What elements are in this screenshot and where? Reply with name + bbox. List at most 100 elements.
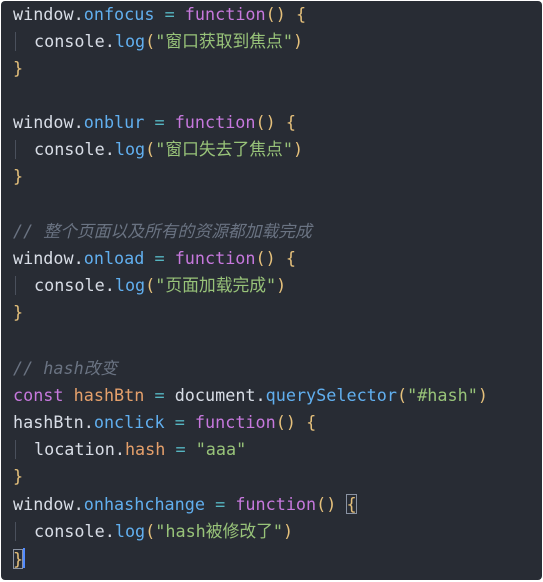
code-line: }	[13, 546, 26, 573]
token-string: "#hash"	[407, 385, 478, 405]
token-eq: =	[154, 385, 165, 405]
token-open-brace: {	[295, 4, 307, 24]
token-hashbtn: hashBtn	[13, 412, 84, 432]
token-dot: .	[104, 31, 115, 51]
token-close-brace-matched: }	[13, 549, 24, 569]
text-caret	[23, 548, 26, 568]
token-string: "窗口失去了焦点"	[155, 139, 293, 159]
token-function: function	[174, 112, 256, 132]
code-line: window.onblur = function() {	[13, 109, 296, 136]
code-line: const hashBtn = document.querySelector("…	[13, 382, 488, 409]
code-line: console.log("页面加载完成")	[13, 272, 286, 299]
code-line: console.log("hash被修改了")	[13, 518, 293, 545]
token-log: log	[114, 139, 146, 159]
token-close-paren: )	[477, 385, 488, 405]
token-dot: .	[73, 112, 84, 132]
token-parens: ()	[316, 494, 337, 514]
token-eq: =	[164, 4, 175, 24]
token-hash: hash	[124, 439, 166, 459]
code-line: location.hash = "aaa"	[13, 436, 246, 463]
token-window: window	[13, 112, 74, 132]
code-line: }	[13, 163, 23, 190]
token-log: log	[114, 275, 146, 295]
token-dot: .	[73, 494, 84, 514]
token-onload: onload	[83, 248, 145, 268]
token-dot: .	[83, 412, 94, 432]
token-close-paren: )	[283, 521, 294, 541]
indent-guide	[15, 275, 26, 295]
code-line: console.log("窗口失去了焦点")	[13, 136, 303, 163]
token-open-paren: (	[145, 139, 156, 159]
token-open-brace-matched: {	[346, 494, 357, 514]
token-close-brace: }	[13, 58, 24, 78]
indent-guide	[15, 31, 26, 51]
token-parens: ()	[275, 412, 296, 432]
token-window: window	[13, 4, 74, 24]
token-string: "页面加载完成"	[155, 275, 277, 295]
token-dot: .	[104, 139, 115, 159]
token-window: window	[13, 248, 74, 268]
indent-guide	[15, 521, 26, 541]
token-dot: .	[104, 275, 115, 295]
token-console: console	[34, 31, 105, 51]
token-onfocus: onfocus	[83, 4, 155, 24]
token-const: const	[13, 385, 64, 405]
token-close-paren: )	[292, 139, 304, 159]
token-eq: =	[154, 248, 165, 268]
token-eq: =	[215, 494, 226, 514]
code-line: }	[13, 463, 23, 490]
token-onblur: onblur	[83, 112, 145, 132]
token-open-brace: {	[285, 112, 296, 132]
token-dot: .	[73, 4, 84, 24]
token-parens: ()	[255, 112, 276, 132]
token-dot: .	[73, 248, 84, 268]
code-line: // 整个页面以及所有的资源都加载完成	[13, 218, 312, 245]
token-eq: =	[175, 439, 186, 459]
code-line: window.onfocus = function() {	[13, 1, 306, 28]
code-line: }	[13, 299, 23, 326]
code-line: window.onload = function() {	[13, 245, 296, 272]
token-function: function	[184, 4, 266, 24]
token-onhashchange: onhashchange	[83, 494, 205, 514]
token-close-paren: )	[292, 31, 304, 51]
token-dot: .	[104, 521, 115, 541]
token-log: log	[114, 521, 146, 541]
code-line: hashBtn.onclick = function() {	[13, 409, 316, 436]
token-close-brace: }	[13, 166, 24, 186]
indent-guide	[15, 439, 26, 459]
token-parens: ()	[255, 248, 276, 268]
token-close-brace: }	[13, 302, 24, 322]
token-document: document	[174, 385, 256, 405]
code-editor[interactable]: window.onfocus = function() { console.lo…	[1, 1, 542, 580]
code-comment: // hash改变	[13, 358, 118, 378]
token-dot: .	[255, 385, 266, 405]
token-onclick: onclick	[93, 412, 165, 432]
code-line: window.onhashchange = function() {	[13, 491, 357, 518]
token-function: function	[194, 412, 276, 432]
token-log: log	[114, 31, 146, 51]
token-string: "窗口获取到焦点"	[155, 31, 293, 51]
token-function: function	[174, 248, 256, 268]
code-line: // hash改变	[13, 355, 117, 382]
token-eq: =	[174, 412, 185, 432]
token-string: "aaa"	[195, 439, 247, 459]
token-location: location	[34, 439, 115, 459]
token-console: console	[34, 139, 105, 159]
token-close-brace: }	[13, 466, 24, 486]
token-open-paren: (	[145, 521, 156, 541]
indent-guide	[15, 139, 26, 159]
token-function: function	[235, 494, 317, 514]
token-console: console	[34, 521, 105, 541]
token-window: window	[13, 494, 74, 514]
token-open-brace: {	[285, 248, 296, 268]
token-open-paren: (	[145, 31, 156, 51]
code-line: console.log("窗口获取到焦点")	[13, 28, 303, 55]
token-parens: ()	[265, 4, 286, 24]
token-open-brace: {	[306, 412, 317, 432]
token-close-paren: )	[276, 275, 287, 295]
code-line: }	[13, 55, 23, 82]
token-dot: .	[114, 439, 125, 459]
token-eq: =	[154, 112, 165, 132]
token-queryselector: querySelector	[265, 385, 397, 405]
token-open-paren: (	[396, 385, 408, 405]
